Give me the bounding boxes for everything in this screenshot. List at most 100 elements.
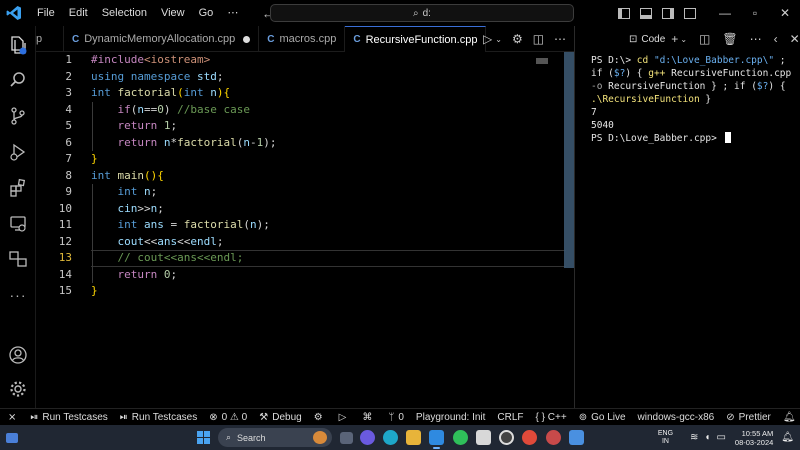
code-editor[interactable]: 1 #include<iostream> 2 using namespace std;… (36, 52, 574, 408)
source-control-icon[interactable] (7, 105, 29, 127)
code-line[interactable]: 12 cout<<ans<<endl; (36, 234, 566, 251)
toggle-secondary-sidebar-icon[interactable] (662, 7, 674, 19)
wifi-icon[interactable]: ≋ (690, 432, 698, 443)
explorer-icon[interactable] (7, 34, 29, 56)
panel-title[interactable]: Code (641, 34, 665, 45)
more-views-icon[interactable]: ··· (7, 284, 29, 306)
clock[interactable]: 10:55 AM 08-03-2024 (735, 429, 773, 447)
status-run[interactable]: ▷ (333, 409, 357, 426)
widgets-icon[interactable] (6, 432, 18, 443)
menu-selection[interactable]: Selection (95, 0, 154, 26)
remote-explorer-icon[interactable] (7, 213, 29, 235)
chevron-left-icon[interactable]: ‹ (774, 32, 778, 46)
file-explorer-icon[interactable] (406, 430, 421, 445)
maximize-icon[interactable]: ▫ (740, 6, 770, 20)
menu-more[interactable]: ⋯ (220, 0, 245, 26)
code-line[interactable]: 4 if(n==0) //base case (36, 102, 566, 119)
tab-macros[interactable]: C macros.cpp (259, 26, 346, 52)
close-window-icon[interactable]: ✕ (770, 6, 800, 20)
minimize-icon[interactable]: — (710, 6, 740, 20)
settings-gear-icon[interactable] (7, 378, 29, 400)
menu-edit[interactable]: Edit (62, 0, 95, 26)
split-editor-icon[interactable]: ◫ (533, 32, 544, 46)
status-ports[interactable]: ᛘ0 (382, 409, 410, 426)
more-icon[interactable]: ⋯ (750, 32, 762, 46)
code-line[interactable]: 8 int main(){ (36, 168, 566, 185)
vscode-taskbar-icon[interactable] (429, 430, 444, 449)
new-terminal-icon[interactable]: + (671, 32, 678, 46)
code-token: endl (190, 234, 217, 248)
code-line[interactable]: 11 int ans = factorial(n); (36, 217, 566, 234)
code-line[interactable]: 1 #include<iostream> (36, 52, 566, 69)
status-command[interactable]: ⌘ (356, 409, 382, 426)
app-icon[interactable] (546, 430, 561, 445)
editor-scrollbar[interactable] (564, 52, 574, 268)
status-playground[interactable]: Playground: Init (410, 409, 492, 426)
terminal-output[interactable]: PS D:\> cd "d:\Love_Babber.cpp\" ; if ($… (591, 54, 795, 145)
status-notifications[interactable]: 🔔︎ (777, 409, 800, 426)
chrome-icon[interactable] (522, 430, 537, 445)
status-compiler[interactable]: windows-gcc-x86 (632, 409, 721, 426)
status-prettier[interactable]: ⊘ Prettier (720, 409, 777, 426)
tab-truncated[interactable]: p (36, 26, 64, 52)
task-view-icon[interactable] (340, 432, 353, 444)
remote-indicator-icon[interactable]: ⨯ (0, 409, 24, 426)
run-dropdown-icon[interactable]: ⌄ (495, 35, 502, 44)
run-play-icon[interactable]: ▷ (483, 32, 492, 46)
menu-file[interactable]: File (30, 0, 62, 26)
meet-app-icon[interactable] (360, 430, 375, 445)
status-language[interactable]: { } C++ (530, 409, 573, 426)
gear-icon[interactable]: ⚙ (512, 32, 523, 46)
search-icon[interactable] (7, 69, 29, 91)
status-debug[interactable]: ⚒ Debug (253, 409, 307, 426)
extensions-icon[interactable] (7, 177, 29, 199)
command-center-search[interactable]: ⌕ d: (270, 4, 574, 22)
code-line[interactable]: 9 int n; (36, 184, 566, 201)
code-line[interactable]: 6 return n*factorial(n-1); (36, 135, 566, 152)
code-line[interactable]: 5 return 1; (36, 118, 566, 135)
app-icon[interactable] (569, 430, 584, 445)
customize-layout-icon[interactable] (684, 7, 696, 19)
run-debug-icon[interactable] (7, 141, 29, 163)
more-actions-icon[interactable]: ⋯ (554, 32, 566, 46)
terminal-dropdown-icon[interactable]: ⌄ (680, 35, 687, 44)
edge-browser-icon[interactable] (383, 430, 398, 445)
start-windows-icon[interactable] (197, 431, 210, 444)
app-icon[interactable] (476, 430, 491, 445)
language-indicator[interactable]: ENG IN (658, 430, 673, 446)
code-line[interactable]: 2 using namespace std; (36, 69, 566, 86)
trash-icon[interactable]: 🗑 (722, 32, 737, 46)
status-eol[interactable]: CRLF (491, 409, 529, 426)
status-problems[interactable]: ⊗ 0 ⚠ 0 (203, 409, 253, 426)
toggle-panel-icon[interactable] (640, 7, 652, 19)
tab-recursive-function[interactable]: C RecursiveFunction.cpp (345, 26, 487, 52)
status-run-testcases-2[interactable]: ⏯ Run Testcases (114, 409, 203, 426)
code-line[interactable]: 15} (36, 283, 566, 300)
notification-bell-icon[interactable]: 🔔︎ (781, 432, 794, 443)
whatsapp-icon[interactable] (453, 430, 468, 445)
code-line[interactable]: 3 int factorial(int n){ (36, 85, 566, 102)
app-icon[interactable] (499, 430, 514, 445)
battery-icon[interactable]: ▭ (716, 432, 725, 443)
code-line[interactable]: 14 return 0; (36, 267, 566, 284)
volume-icon[interactable]: ◖ (704, 432, 710, 443)
split-terminal-icon[interactable]: ◫ (699, 32, 710, 46)
code-line[interactable]: 10 cin>>n; (36, 201, 566, 218)
menu-view[interactable]: View (154, 0, 192, 26)
tab-dynamic-memory-allocation[interactable]: C DynamicMemoryAllocation.cpp (64, 26, 260, 52)
testing-icon[interactable] (7, 248, 29, 270)
account-icon[interactable] (7, 344, 29, 366)
menu-go[interactable]: Go (192, 0, 221, 26)
close-panel-icon[interactable]: ✕ (790, 32, 800, 46)
code-token: ; (216, 234, 224, 248)
status-go-live[interactable]: ⊚ Go Live (573, 409, 632, 426)
toggle-sidebar-icon[interactable] (618, 7, 630, 19)
status-label: Go Live (591, 411, 626, 423)
status-gear[interactable]: ⚙ (308, 409, 333, 426)
code-line[interactable]: 13 // cout<<ans<<endl; (36, 250, 566, 267)
code-line[interactable]: 7} (36, 151, 566, 168)
unsaved-dot-icon[interactable] (243, 35, 251, 43)
taskbar-search[interactable]: ⌕ Search (218, 428, 332, 447)
status-run-testcases-1[interactable]: ⏯ Run Testcases (24, 409, 113, 426)
minimap-icon[interactable] (536, 58, 548, 64)
